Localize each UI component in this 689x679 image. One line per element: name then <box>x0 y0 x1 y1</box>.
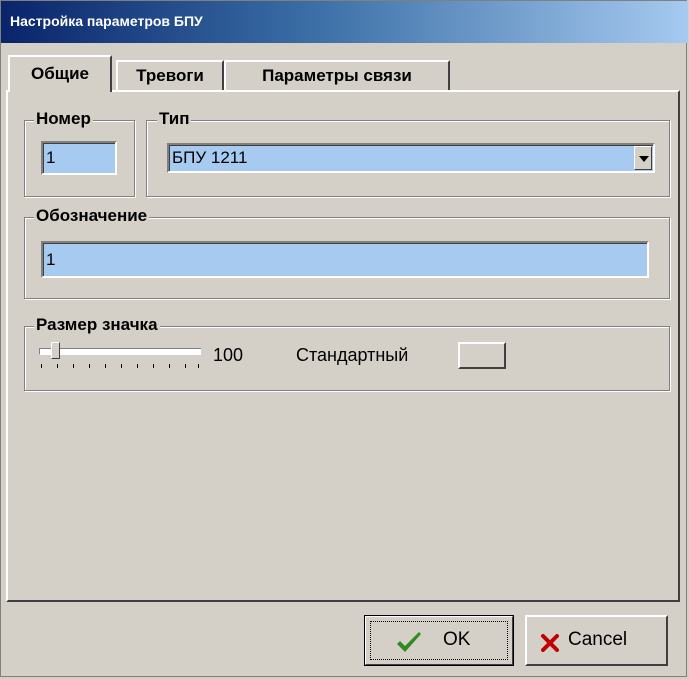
tab-general[interactable]: Общие <box>8 55 112 92</box>
icon-size-value: 100 <box>213 345 244 365</box>
slider-tick <box>137 364 138 368</box>
title-bar[interactable]: Настройка параметров БПУ <box>1 1 688 43</box>
close-icon <box>541 634 559 652</box>
focus-rect <box>370 621 508 660</box>
slider-tick <box>57 364 58 368</box>
slider-tick <box>105 364 106 368</box>
number-group-title: Номер <box>34 109 93 129</box>
icon-size-group-title: Размер значка <box>34 315 160 335</box>
tab-alarms[interactable]: Тревоги <box>116 60 224 90</box>
designation-group-title: Обозначение <box>34 206 150 226</box>
slider-tick <box>169 364 170 368</box>
icon-size-slider-track[interactable] <box>39 348 201 355</box>
number-input[interactable]: 1 <box>41 141 117 175</box>
slider-tick <box>198 364 199 368</box>
type-group-title: Тип <box>157 109 192 129</box>
standard-label: Стандартный <box>296 345 409 365</box>
slider-tick <box>121 364 122 368</box>
slider-tick <box>73 364 74 368</box>
ok-button-label: OK <box>443 629 471 650</box>
settings-dialog: Настройка параметров БПУ Общие Тревоги П… <box>0 0 688 677</box>
type-select-value: БПУ 1211 <box>172 148 248 167</box>
ok-button[interactable]: OK <box>364 615 514 666</box>
slider-tick <box>185 364 186 368</box>
checkmark-icon <box>397 632 421 652</box>
standard-size-button[interactable] <box>458 342 506 369</box>
designation-input[interactable]: 1 <box>41 241 649 278</box>
chevron-down-icon[interactable] <box>634 146 652 170</box>
cancel-button[interactable]: Cancel <box>525 615 668 666</box>
slider-tick <box>153 364 154 368</box>
slider-tick <box>41 364 42 368</box>
window-title: Настройка параметров БПУ <box>10 13 203 29</box>
type-select[interactable]: БПУ 1211 <box>167 143 655 173</box>
icon-size-slider-thumb[interactable] <box>51 342 60 359</box>
cancel-button-label: Cancel <box>568 629 628 650</box>
slider-tick <box>89 364 90 368</box>
tab-connection-params[interactable]: Параметры связи <box>224 60 450 90</box>
